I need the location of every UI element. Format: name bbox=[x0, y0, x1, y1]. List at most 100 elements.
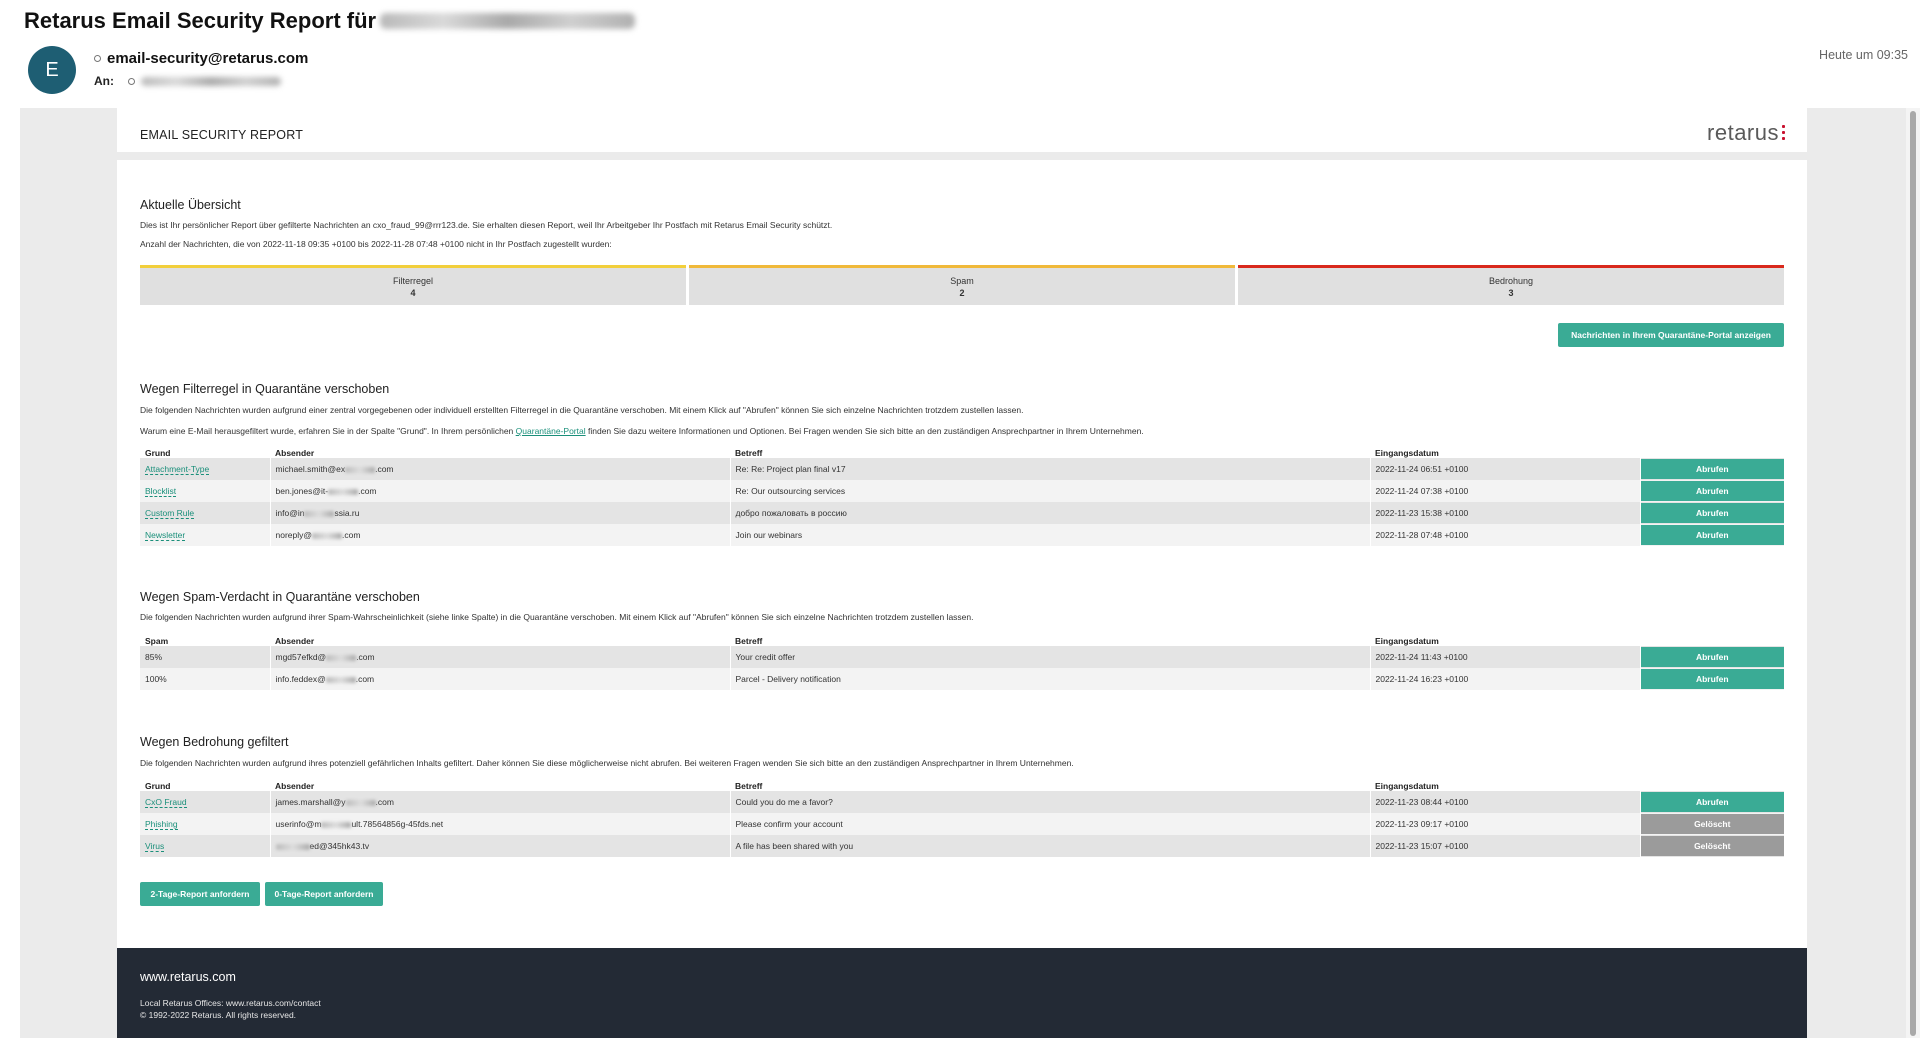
column-header: Grund bbox=[145, 781, 171, 791]
scrollbar[interactable] bbox=[1906, 108, 1920, 1038]
status-dot-icon bbox=[94, 55, 101, 62]
cell-subject: добро пожаловать в россию bbox=[730, 502, 1371, 524]
footer-offices[interactable]: Local Retarus Offices: www.retarus.com/c… bbox=[140, 998, 321, 1008]
column-header: Betreff bbox=[735, 636, 763, 646]
mail-subject: Retarus Email Security Report für bbox=[24, 8, 636, 34]
table-row: Blocklist ben.jones@it- .com Re: Our outsou… bbox=[140, 480, 1784, 502]
cell-reason[interactable]: Virus bbox=[140, 835, 271, 857]
stats-bar: Filterregel 4 Spam 2 Bedrohung 3 bbox=[140, 265, 1784, 305]
cell-reason[interactable]: Attachment-Type bbox=[140, 458, 271, 480]
sender-part: .com bbox=[375, 797, 394, 807]
stat-filter[interactable]: Filterregel 4 bbox=[140, 265, 686, 305]
cell-date: 2022-11-23 15:38 +0100 bbox=[1370, 502, 1641, 524]
column-header: Absender bbox=[275, 781, 315, 791]
reason-link[interactable]: Attachment-Type bbox=[145, 464, 210, 475]
sender-part: userinfo@m bbox=[275, 819, 322, 829]
cell-reason[interactable]: Custom Rule bbox=[140, 502, 271, 524]
status-dot-icon bbox=[128, 77, 135, 85]
cell-action: Abrufen bbox=[1640, 668, 1784, 690]
retrieve-button[interactable]: Abrufen bbox=[1640, 792, 1784, 812]
reason-link[interactable]: Newsletter bbox=[145, 530, 186, 541]
sender-part: ult.78564856g-45fds.net bbox=[351, 819, 444, 829]
sender-part: mgd57efkd@ bbox=[275, 652, 327, 662]
cell-reason[interactable]: Blocklist bbox=[140, 480, 271, 502]
redacted-text bbox=[304, 510, 335, 517]
redacted-recipient bbox=[380, 13, 636, 29]
cell-reason[interactable]: CxO Fraud bbox=[140, 791, 271, 813]
sender-part: .com bbox=[356, 652, 375, 662]
quarantine-portal-button[interactable]: Nachrichten in Ihrem Quarantäne-Portal a… bbox=[1558, 323, 1784, 347]
table-row: Phishing userinfo@m ult.78564856g-45fds.ne… bbox=[140, 813, 1784, 835]
sender-part: noreply@ bbox=[275, 530, 313, 540]
redacted-text bbox=[325, 676, 356, 683]
column-header: Eingangsdatum bbox=[1375, 448, 1439, 458]
deleted-badge: Gelöscht bbox=[1640, 836, 1784, 856]
request-0day-report-button[interactable]: 0-Tage-Report anfordern bbox=[265, 882, 383, 906]
cell-date: 2022-11-24 16:23 +0100 bbox=[1370, 668, 1641, 690]
reason-link[interactable]: Virus bbox=[145, 841, 165, 852]
sender-part: .com bbox=[355, 674, 375, 684]
overview-heading: Aktuelle Übersicht bbox=[140, 198, 241, 212]
sender-part: ben.jones@it- bbox=[275, 486, 329, 496]
column-header-action bbox=[1640, 632, 1784, 646]
threat-heading: Wegen Bedrohung gefiltert bbox=[140, 735, 289, 749]
cell-subject: Your credit offer bbox=[730, 646, 1371, 668]
column-header-action bbox=[1640, 444, 1784, 458]
cell-subject: Please confirm your account bbox=[730, 813, 1371, 835]
table-row: 100% info.feddex@ .com Parcel - Delivery no… bbox=[140, 668, 1784, 690]
cell-reason: 100% bbox=[140, 668, 271, 690]
cell-reason: 85% bbox=[140, 646, 271, 668]
retrieve-button[interactable]: Abrufen bbox=[1640, 669, 1784, 689]
cell-sender: michael.smith@ex .com bbox=[270, 458, 731, 480]
to-label: An: bbox=[94, 74, 114, 88]
sender-part: .com bbox=[375, 464, 394, 474]
reason-link[interactable]: Blocklist bbox=[145, 486, 177, 497]
retrieve-button[interactable]: Abrufen bbox=[1640, 503, 1784, 523]
cell-sender: ed@345hk43.tv bbox=[270, 835, 731, 857]
reason-link[interactable]: Custom Rule bbox=[145, 508, 195, 519]
sender-part: info.feddex@ bbox=[275, 674, 326, 684]
retrieve-button[interactable]: Abrufen bbox=[1640, 481, 1784, 501]
cell-action: Abrufen bbox=[1640, 480, 1784, 502]
avatar[interactable]: E bbox=[28, 46, 76, 94]
redacted-recipient-address[interactable] bbox=[141, 76, 281, 86]
filter-text: Die folgenden Nachrichten wurden aufgrun… bbox=[140, 405, 1024, 415]
stat-spam[interactable]: Spam 2 bbox=[689, 265, 1235, 305]
table-row: 85% mgd57efkd@ .com Your credit offer 2022-1… bbox=[140, 646, 1784, 668]
cell-reason[interactable]: Newsletter bbox=[140, 524, 271, 546]
column-header-action bbox=[1640, 777, 1784, 791]
request-2day-report-button[interactable]: 2-Tage-Report anfordern bbox=[140, 882, 260, 906]
cell-subject: Re: Our outsourcing services bbox=[730, 480, 1371, 502]
cell-action: Abrufen bbox=[1640, 791, 1784, 813]
footer-website[interactable]: www.retarus.com bbox=[140, 970, 236, 984]
retrieve-button[interactable]: Abrufen bbox=[1640, 647, 1784, 667]
cell-action: Gelöscht bbox=[1640, 813, 1784, 835]
threat-text: Die folgenden Nachrichten wurden aufgrun… bbox=[140, 758, 1074, 768]
overview-text: Dies ist Ihr persönlicher Report über ge… bbox=[140, 220, 833, 230]
cell-sender: noreply@ .com bbox=[270, 524, 731, 546]
retrieve-button[interactable]: Abrufen bbox=[1640, 459, 1784, 479]
cell-action: Abrufen bbox=[1640, 524, 1784, 546]
column-header: Absender bbox=[275, 636, 315, 646]
reason-link[interactable]: Phishing bbox=[145, 819, 178, 830]
cell-sender: info@in ssia.ru bbox=[270, 502, 731, 524]
table-row: CxO Fraud james.marshall@y .com Could you d… bbox=[140, 791, 1784, 813]
redacted-text bbox=[345, 799, 376, 806]
cell-date: 2022-11-24 07:38 +0100 bbox=[1370, 480, 1641, 502]
sender-part: michael.smith@ex bbox=[275, 464, 346, 474]
retrieve-button[interactable]: Abrufen bbox=[1640, 525, 1784, 545]
quarantine-portal-link[interactable]: Quarantäne-Portal bbox=[516, 426, 586, 436]
sender-address[interactable]: email-security@retarus.com bbox=[107, 50, 308, 67]
filter-text-2: Warum eine E-Mail herausgefiltert wurde,… bbox=[140, 426, 1144, 436]
scrollbar-thumb[interactable] bbox=[1910, 111, 1916, 1036]
cell-reason[interactable]: Phishing bbox=[140, 813, 271, 835]
cell-sender: info.feddex@ .com bbox=[270, 668, 731, 690]
stat-threat[interactable]: Bedrohung 3 bbox=[1238, 265, 1784, 305]
sender-line[interactable]: email-security@retarus.com bbox=[94, 50, 308, 67]
overview-range-text: Anzahl der Nachrichten, die von 2022-11-… bbox=[140, 239, 612, 249]
cell-action: Abrufen bbox=[1640, 458, 1784, 480]
reason-link[interactable]: CxO Fraud bbox=[145, 797, 187, 808]
retarus-logo: retarus bbox=[1707, 120, 1785, 146]
column-header: Betreff bbox=[735, 781, 763, 791]
table-row: Virus ed@345hk43.tv A file has been shared… bbox=[140, 835, 1784, 857]
